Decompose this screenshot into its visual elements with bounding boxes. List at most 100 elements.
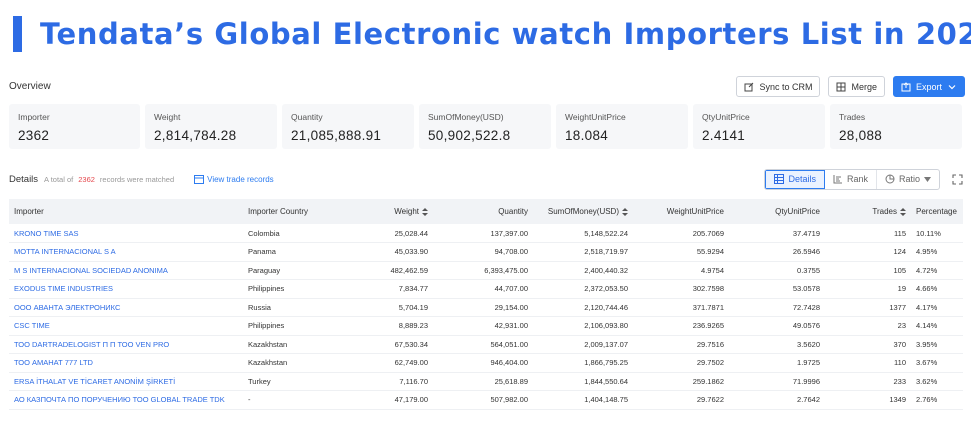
tab-ratio[interactable]: Ratio	[877, 170, 939, 189]
export-label: Export	[915, 81, 942, 92]
quantity-cell: 25,618.89	[494, 376, 528, 386]
country-cell: Philippines	[248, 321, 285, 331]
importer-cell[interactable]: ТОО АМАНАТ 777 LTD	[9, 354, 243, 373]
percentage-cell: 4.14%	[916, 321, 938, 331]
page-header: Tendata’s Global Electronic watch Import…	[13, 14, 971, 54]
weight-cell: 8,889.23	[398, 321, 428, 331]
importer-cell[interactable]: ERSA İTHALAT VE TİCARET ANONİM ŞİRKETİ	[9, 372, 243, 391]
merge-button[interactable]: Merge	[828, 76, 885, 97]
view-trade-records-label: View trade records	[207, 174, 274, 184]
details-bar: Details A total of 2362 records were mat…	[9, 168, 963, 190]
stat-value: 2.4141	[702, 128, 746, 143]
trades-cell: 110	[894, 358, 906, 368]
stat-weight: Weight 2,814,784.28	[145, 104, 277, 149]
sum-of-money-cell: 1,404,148.75	[584, 395, 628, 405]
importer-cell[interactable]: CSC TIME	[9, 317, 243, 336]
header-trades[interactable]: Trades	[825, 199, 911, 224]
stat-trades: Trades 28,088	[830, 104, 962, 149]
total-prefix: A total of	[44, 174, 74, 184]
trades-cell: 124	[893, 247, 906, 257]
sort-icon	[900, 207, 906, 216]
rank-icon	[833, 175, 842, 184]
stat-qty-unit-price: QtyUnitPrice 2.4141	[693, 104, 825, 149]
sort-icon	[422, 207, 428, 216]
page-title: Tendata’s Global Electronic watch Import…	[40, 17, 971, 51]
tab-rank-label: Rank	[846, 174, 868, 184]
header-sum-of-money[interactable]: SumOfMoney(USD)	[533, 199, 633, 224]
importer-cell[interactable]: MOTTA INTERNACIONAL S A	[9, 243, 243, 262]
percentage-cell: 4.72%	[916, 265, 938, 275]
view-trade-records-link[interactable]: View trade records	[194, 174, 274, 184]
sum-of-money-cell: 2,372,053.50	[584, 284, 628, 294]
table-row: M S INTERNACIONAL SOCIEDAD ANONIMA Paragu…	[9, 261, 963, 280]
table-row: KRONO TIME SAS Colombia 25,028.44 137,397.0…	[9, 224, 963, 243]
stat-value: 2,814,784.28	[154, 128, 237, 143]
weight-cell: 45,033.90	[394, 247, 428, 257]
weight-unit-price-cell: 29.7516	[696, 339, 724, 349]
sum-of-money-cell: 5,148,522.24	[584, 228, 628, 238]
stat-value: 2362	[18, 128, 50, 143]
quantity-cell: 94,708.00	[494, 247, 528, 257]
country-cell: -	[248, 395, 251, 405]
weight-unit-price-cell: 55.9294	[696, 247, 724, 257]
sum-of-money-cell: 2,009,137.07	[584, 339, 628, 349]
table-row: MOTTA INTERNACIONAL S A Panama 45,033.90 94…	[9, 243, 963, 262]
importer-cell[interactable]: ООО АВАНТА ЭЛЕКТРОНИКС	[9, 298, 243, 317]
country-cell: Kazakhstan	[248, 358, 288, 368]
importer-cell[interactable]: АО КАЗПОЧТА ПО ПОРУЧЕНИЮ ТОО GLOBAL TRAD…	[9, 391, 243, 410]
trades-cell: 115	[894, 228, 906, 238]
stat-label: Weight	[154, 112, 181, 122]
weight-cell: 5,704.19	[398, 302, 428, 312]
header-qty-unit-price: QtyUnitPrice	[775, 207, 820, 216]
tab-rank[interactable]: Rank	[825, 169, 877, 189]
total-suffix: records were matched	[99, 174, 175, 184]
stat-label: Quantity	[291, 112, 323, 122]
qty-unit-price-cell: 49.0576	[792, 321, 820, 331]
sum-of-money-cell: 1,844,550.64	[584, 376, 628, 386]
country-cell: Turkey	[248, 376, 271, 386]
weight-cell: 7,116.70	[399, 376, 428, 386]
quantity-cell: 6,393,475.00	[484, 265, 528, 275]
importer-cell[interactable]: KRONO TIME SAS	[9, 224, 243, 243]
percentage-cell: 10.11%	[916, 228, 941, 238]
weight-unit-price-cell: 371.7871	[692, 302, 724, 312]
stat-label: QtyUnitPrice	[702, 112, 750, 122]
header-importer-country: Importer Country	[248, 207, 309, 216]
sync-to-crm-button[interactable]: Sync to CRM	[736, 76, 821, 97]
view-mode-toggle: Details Rank Ratio	[764, 168, 940, 190]
trades-cell: 23	[897, 321, 906, 331]
fullscreen-icon[interactable]	[952, 173, 963, 185]
weight-unit-price-cell: 29.7502	[696, 358, 724, 368]
header-weight[interactable]: Weight	[338, 199, 433, 224]
percentage-cell: 3.67%	[916, 358, 938, 368]
header-percentage: Percentage	[916, 207, 957, 216]
caret-down-icon	[924, 176, 931, 182]
qty-unit-price-cell: 0.3755	[797, 265, 820, 275]
weight-cell: 482,462.59	[390, 265, 428, 275]
stat-label: WeightUnitPrice	[565, 112, 626, 122]
stat-label: SumOfMoney(USD)	[428, 112, 504, 122]
export-icon	[901, 81, 911, 91]
country-cell: Russia	[248, 302, 271, 312]
qty-unit-price-cell: 71.9996	[792, 376, 820, 386]
percentage-cell: 4.17%	[916, 302, 938, 312]
importer-cell[interactable]: EXODUS TIME INDUSTRIES	[9, 280, 243, 299]
header-sum-of-money-label: SumOfMoney(USD)	[547, 207, 619, 216]
qty-unit-price-cell: 26.5946	[792, 247, 820, 257]
ratio-icon	[885, 174, 895, 184]
weight-unit-price-cell: 259.1862	[692, 376, 724, 386]
export-button[interactable]: Export	[892, 76, 965, 97]
trades-cell: 1377	[889, 302, 906, 312]
header-weight-unit-price: WeightUnitPrice	[666, 207, 724, 216]
qty-unit-price-cell: 3.5620	[797, 339, 820, 349]
importer-cell[interactable]: M S INTERNACIONAL SOCIEDAD ANONIMA	[9, 261, 243, 280]
header-trades-label: Trades	[872, 207, 897, 216]
percentage-cell: 4.66%	[916, 284, 938, 294]
table-row: EXODUS TIME INDUSTRIES Philippines 7,834.7…	[9, 280, 963, 299]
importer-cell[interactable]: ТОО DARTRADELOGIST П П ТОО VEN PRO	[9, 335, 243, 354]
records-matched-summary: A total of 2362 records were matched	[44, 175, 174, 184]
table-row: АО КАЗПОЧТА ПО ПОРУЧЕНИЮ ТОО GLOBAL TRAD…	[9, 391, 963, 410]
tab-details[interactable]: Details	[765, 169, 825, 189]
quantity-cell: 507,982.00	[490, 395, 528, 405]
title-accent-bar	[13, 16, 22, 52]
